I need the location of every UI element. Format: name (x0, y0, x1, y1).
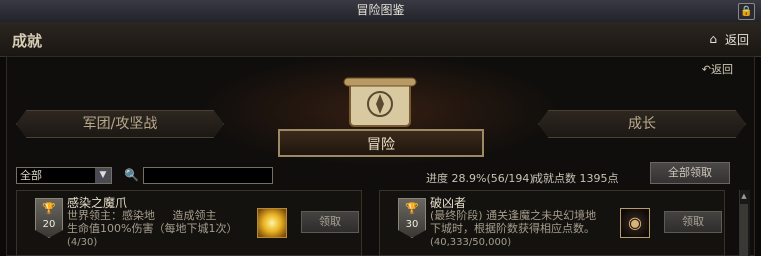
claim-button[interactable]: 领取 (301, 211, 359, 233)
panel-back-label: 返回 (711, 63, 733, 76)
category-select[interactable]: 全部 ▼ (16, 167, 112, 184)
section-header: 成就 ⌂ 返回 (0, 22, 761, 57)
return-arrow-icon: ↶ (701, 63, 711, 76)
panel-back-button[interactable]: ↶返回 (702, 61, 733, 77)
achievement-progress: (40,333/50,000) (430, 237, 512, 248)
emblem-icon[interactable]: ◉ (620, 208, 650, 238)
points-medal: 🏆 20 (35, 198, 63, 238)
medal-points: 30 (405, 219, 419, 230)
home-icon[interactable]: ⌂ (709, 32, 717, 46)
trophy-icon: 🏆 (42, 202, 56, 215)
points-medal: 🏆 30 (398, 198, 426, 238)
claim-button[interactable]: 领取 (664, 211, 722, 233)
header-back-button[interactable]: 返回 (725, 31, 749, 48)
window-titlebar: 冒险图鉴 🔒 (0, 0, 761, 23)
scroll-emblem-icon (343, 77, 417, 127)
achievement-card: 🏆 20 感染之魔爪 世界领主：感染地 造成领主 生命值100%伤害（每地下城1… (16, 190, 362, 256)
window-title: 冒险图鉴 (356, 3, 405, 17)
lock-icon[interactable]: 🔒 (738, 3, 755, 20)
achievement-description: 世界领主：感染地 造成领主 生命值100%伤害（每地下城1次） (67, 209, 238, 235)
search-input[interactable] (143, 167, 273, 184)
tab-growth[interactable]: 成长 (538, 110, 746, 138)
achievement-description: (最终阶段) 通关逢魔之未央幻境地 下城时，根据阶数获得相应点数。 (430, 209, 597, 235)
category-select-value: 全部 (20, 169, 42, 182)
chevron-down-icon[interactable]: ▼ (95, 168, 111, 183)
medal-points: 20 (42, 219, 56, 230)
tab-legion-raid[interactable]: 军团/攻坚战 (16, 110, 224, 138)
achievement-progress: (4/30) (67, 237, 98, 248)
achievement-card: 🏆 30 破凶者 (最终阶段) 通关逢魔之未央幻境地 下城时，根据阶数获得相应点… (379, 190, 725, 256)
scroll-up-icon[interactable]: ▲ (739, 192, 749, 200)
tab-adventure[interactable]: 冒险 (278, 129, 484, 157)
search-icon: 🔍 (124, 168, 139, 182)
gold-burst-icon[interactable] (257, 208, 287, 238)
section-title: 成就 (12, 32, 43, 50)
achievement-points: 成就点数 1395点 (532, 172, 619, 185)
progress-text: 进度 28.9%(56/194) (426, 172, 534, 185)
claim-all-button[interactable]: 全部领取 (650, 162, 730, 184)
scrollbar-thumb[interactable] (740, 204, 748, 256)
trophy-icon: 🏆 (405, 202, 419, 215)
